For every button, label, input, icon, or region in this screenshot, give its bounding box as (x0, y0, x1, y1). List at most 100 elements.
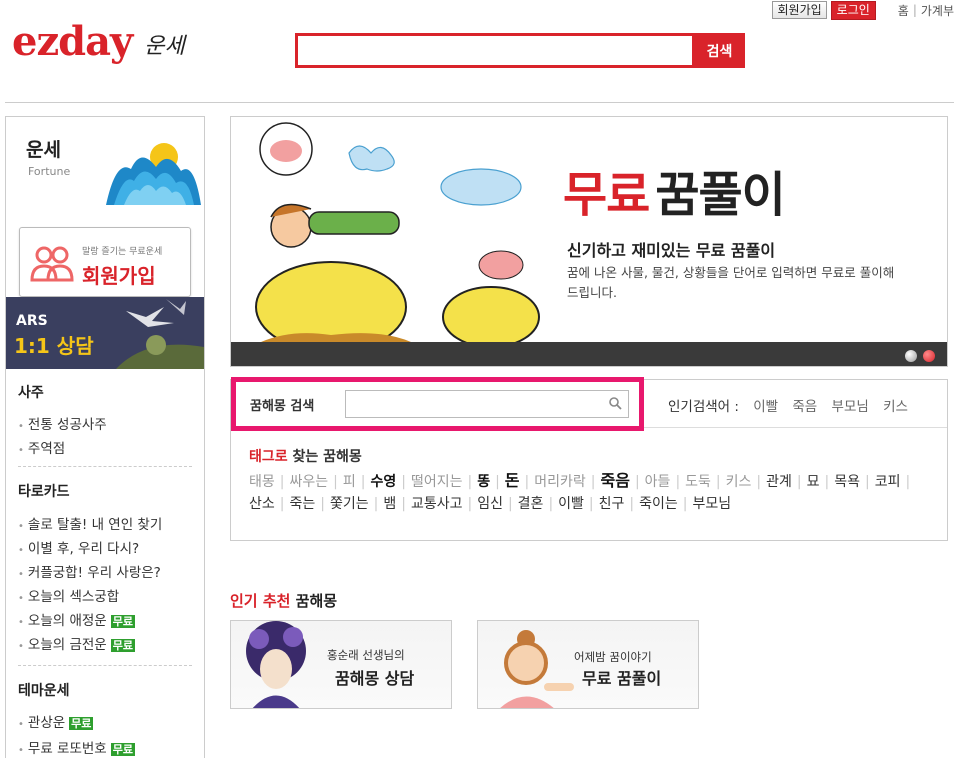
dream-tag[interactable]: 목욕 (834, 474, 860, 490)
menu-item[interactable]: • 오늘의 섹스궁합 (18, 585, 119, 605)
free-dream-card[interactable]: 어제밤 꿈이야기 무료 꿈풀이 (477, 620, 699, 709)
dream-tag[interactable]: 결혼 (518, 496, 544, 512)
dream-search-header: 꿈해몽 검색 인기검색어 : 이빨 죽음 부모님 키스 (231, 377, 947, 431)
dream-tag[interactable]: 돈 (505, 471, 520, 490)
dream-tag[interactable]: 쫓기는 (330, 496, 369, 512)
banner-title: 무료 꿈풀이 (563, 167, 786, 223)
card-title: 무료 꿈풀이 (582, 669, 662, 688)
popular-label: 인기검색어 : (668, 399, 739, 415)
menu-item-label: 커플궁합! 우리 사랑은? (27, 565, 161, 581)
dream-tag[interactable]: 똥 (477, 474, 490, 490)
top-separator: | (912, 3, 917, 17)
popular-keyword[interactable]: 부모님 (832, 399, 869, 415)
banner-bottom-bar (231, 342, 947, 366)
tag-separator: | (507, 496, 513, 512)
members-icon (30, 246, 74, 282)
dream-tag[interactable]: 죽음 (601, 471, 630, 490)
tag-separator: | (279, 474, 285, 490)
home-link[interactable]: 홈 (898, 2, 909, 19)
dream-tag[interactable]: 이빨 (558, 496, 584, 512)
dream-tag[interactable]: 싸우는 (289, 474, 328, 490)
dream-tag[interactable]: 죽이는 (639, 496, 678, 512)
dream-tag[interactable]: 부모님 (692, 496, 731, 512)
menu-item[interactable]: • 오늘의 애정운 무료 (18, 609, 135, 629)
menu-item-label: 오늘의 애정운 (27, 613, 107, 629)
dream-tag[interactable]: 코피 (875, 474, 901, 490)
dream-tag[interactable]: 수영 (370, 474, 396, 490)
menu-item[interactable]: • 전통 성공사주 (18, 413, 107, 433)
dream-tag[interactable]: 키스 (726, 474, 752, 490)
family-budget-link[interactable]: 가계부 (921, 2, 954, 19)
menu-item-label: 주역점 (27, 441, 66, 457)
pager-dot-icon[interactable] (905, 350, 917, 362)
girl-illustration (500, 630, 574, 708)
menu-item-label: 관상운 (27, 715, 66, 731)
menu-item[interactable]: • 관상운 무료 (18, 711, 94, 731)
tag-separator: | (634, 474, 640, 490)
menu-item[interactable]: • 주역점 (18, 437, 65, 457)
tag-separator: | (320, 496, 325, 512)
popular-keywords: 인기검색어 : 이빨 죽음 부모님 키스 (668, 395, 908, 415)
search-icon[interactable] (608, 396, 622, 410)
menu-item[interactable]: • 오늘의 금전운 무료 (18, 633, 135, 653)
pager-dot-active-icon[interactable] (923, 350, 935, 362)
free-badge: 무료 (110, 615, 135, 628)
member-join-promo[interactable]: 말랑 즐기는 무료운세 회원가입 (19, 227, 191, 297)
dream-tag[interactable]: 죽는 (289, 496, 315, 512)
dream-tag[interactable]: 산소 (249, 496, 275, 512)
menu-item-label: 이별 후, 우리 다시? (27, 541, 140, 557)
join-button-top[interactable]: 회원가입 (772, 1, 827, 19)
dream-tag[interactable]: 임신 (477, 496, 503, 512)
menu-item[interactable]: • 솔로 탈출! 내 연인 찾기 (18, 513, 162, 533)
dream-tag[interactable]: 머리카락 (534, 474, 586, 490)
tag-section-title: 태그로 찾는 꿈해몽 (249, 449, 362, 465)
tag-separator: | (756, 474, 762, 490)
ars-consult-banner[interactable]: ARS 1:1 상담 (6, 297, 204, 369)
dream-tag[interactable]: 피 (343, 474, 356, 490)
section-divider (18, 665, 192, 666)
tag-separator: | (401, 474, 406, 490)
menu-item[interactable]: • 무료 로또번호 무료 (18, 737, 135, 757)
menu-item[interactable]: • 이별 후, 우리 다시? (18, 537, 139, 557)
dream-tag[interactable]: 태몽 (249, 474, 275, 490)
site-logo[interactable]: ezday 운세 (12, 22, 185, 62)
tag-separator: | (675, 474, 681, 490)
popular-keyword[interactable]: 죽음 (792, 399, 817, 415)
dream-tag[interactable]: 묘 (807, 474, 820, 490)
dream-tag[interactable]: 관계 (766, 474, 792, 490)
mountain-icon (106, 143, 201, 205)
main-search-input[interactable] (295, 33, 695, 68)
main-search-button[interactable]: 검색 (694, 33, 745, 68)
dream-tag[interactable]: 뱀 (383, 496, 396, 512)
tag-separator: | (588, 496, 594, 512)
dream-tag[interactable]: 도둑 (685, 474, 711, 490)
dream-consult-card[interactable]: 홍순래 선생님의 꿈해몽 상담 (230, 620, 452, 709)
top-links: 회원가입 로그인 홈 | 가계부 (772, 0, 954, 20)
tag-separator: | (905, 474, 911, 490)
sidebar: 운세 Fortune 말랑 즐기는 무료운세 회원가입 ARS 1:1 상담 사… (5, 116, 205, 758)
menu-item-label: 전통 성공사주 (27, 417, 107, 433)
dream-tag[interactable]: 떨어지는 (411, 474, 463, 490)
banner-description: 꿈에 나온 사물, 물건, 상황들을 단어로 입력하면 무료로 풀이해 드립니다… (567, 265, 895, 300)
banner-illustration (255, 122, 540, 342)
sidebar-title: 운세 (26, 139, 61, 161)
menu-item-label: 오늘의 금전운 (27, 637, 107, 653)
section-divider (18, 466, 192, 467)
card-title: 꿈해몽 상담 (335, 669, 415, 688)
dream-search-input[interactable] (345, 390, 629, 418)
tag-separator: | (495, 474, 500, 490)
tag-separator: | (467, 474, 473, 490)
dream-tag[interactable]: 교통사고 (411, 496, 463, 512)
popular-keyword[interactable]: 키스 (883, 399, 908, 415)
menu-item-label: 솔로 탈출! 내 연인 찾기 (27, 517, 163, 533)
free-dream-banner[interactable]: 무료 꿈풀이 신기하고 재미있는 무료 꿈풀이 꿈에 나온 사물, 물건, 상황들… (230, 116, 948, 367)
free-badge: 무료 (110, 743, 135, 756)
dream-search-label: 꿈해몽 검색 (250, 399, 315, 414)
dream-tag[interactable]: 친구 (599, 496, 625, 512)
menu-item[interactable]: • 커플궁합! 우리 사랑은? (18, 561, 161, 581)
login-button-top[interactable]: 로그인 (830, 0, 876, 20)
dream-tag[interactable]: 아들 (645, 474, 671, 490)
ars-label: ARS (16, 313, 48, 329)
popular-keyword[interactable]: 이빨 (753, 399, 778, 415)
tag-separator: | (373, 496, 379, 512)
